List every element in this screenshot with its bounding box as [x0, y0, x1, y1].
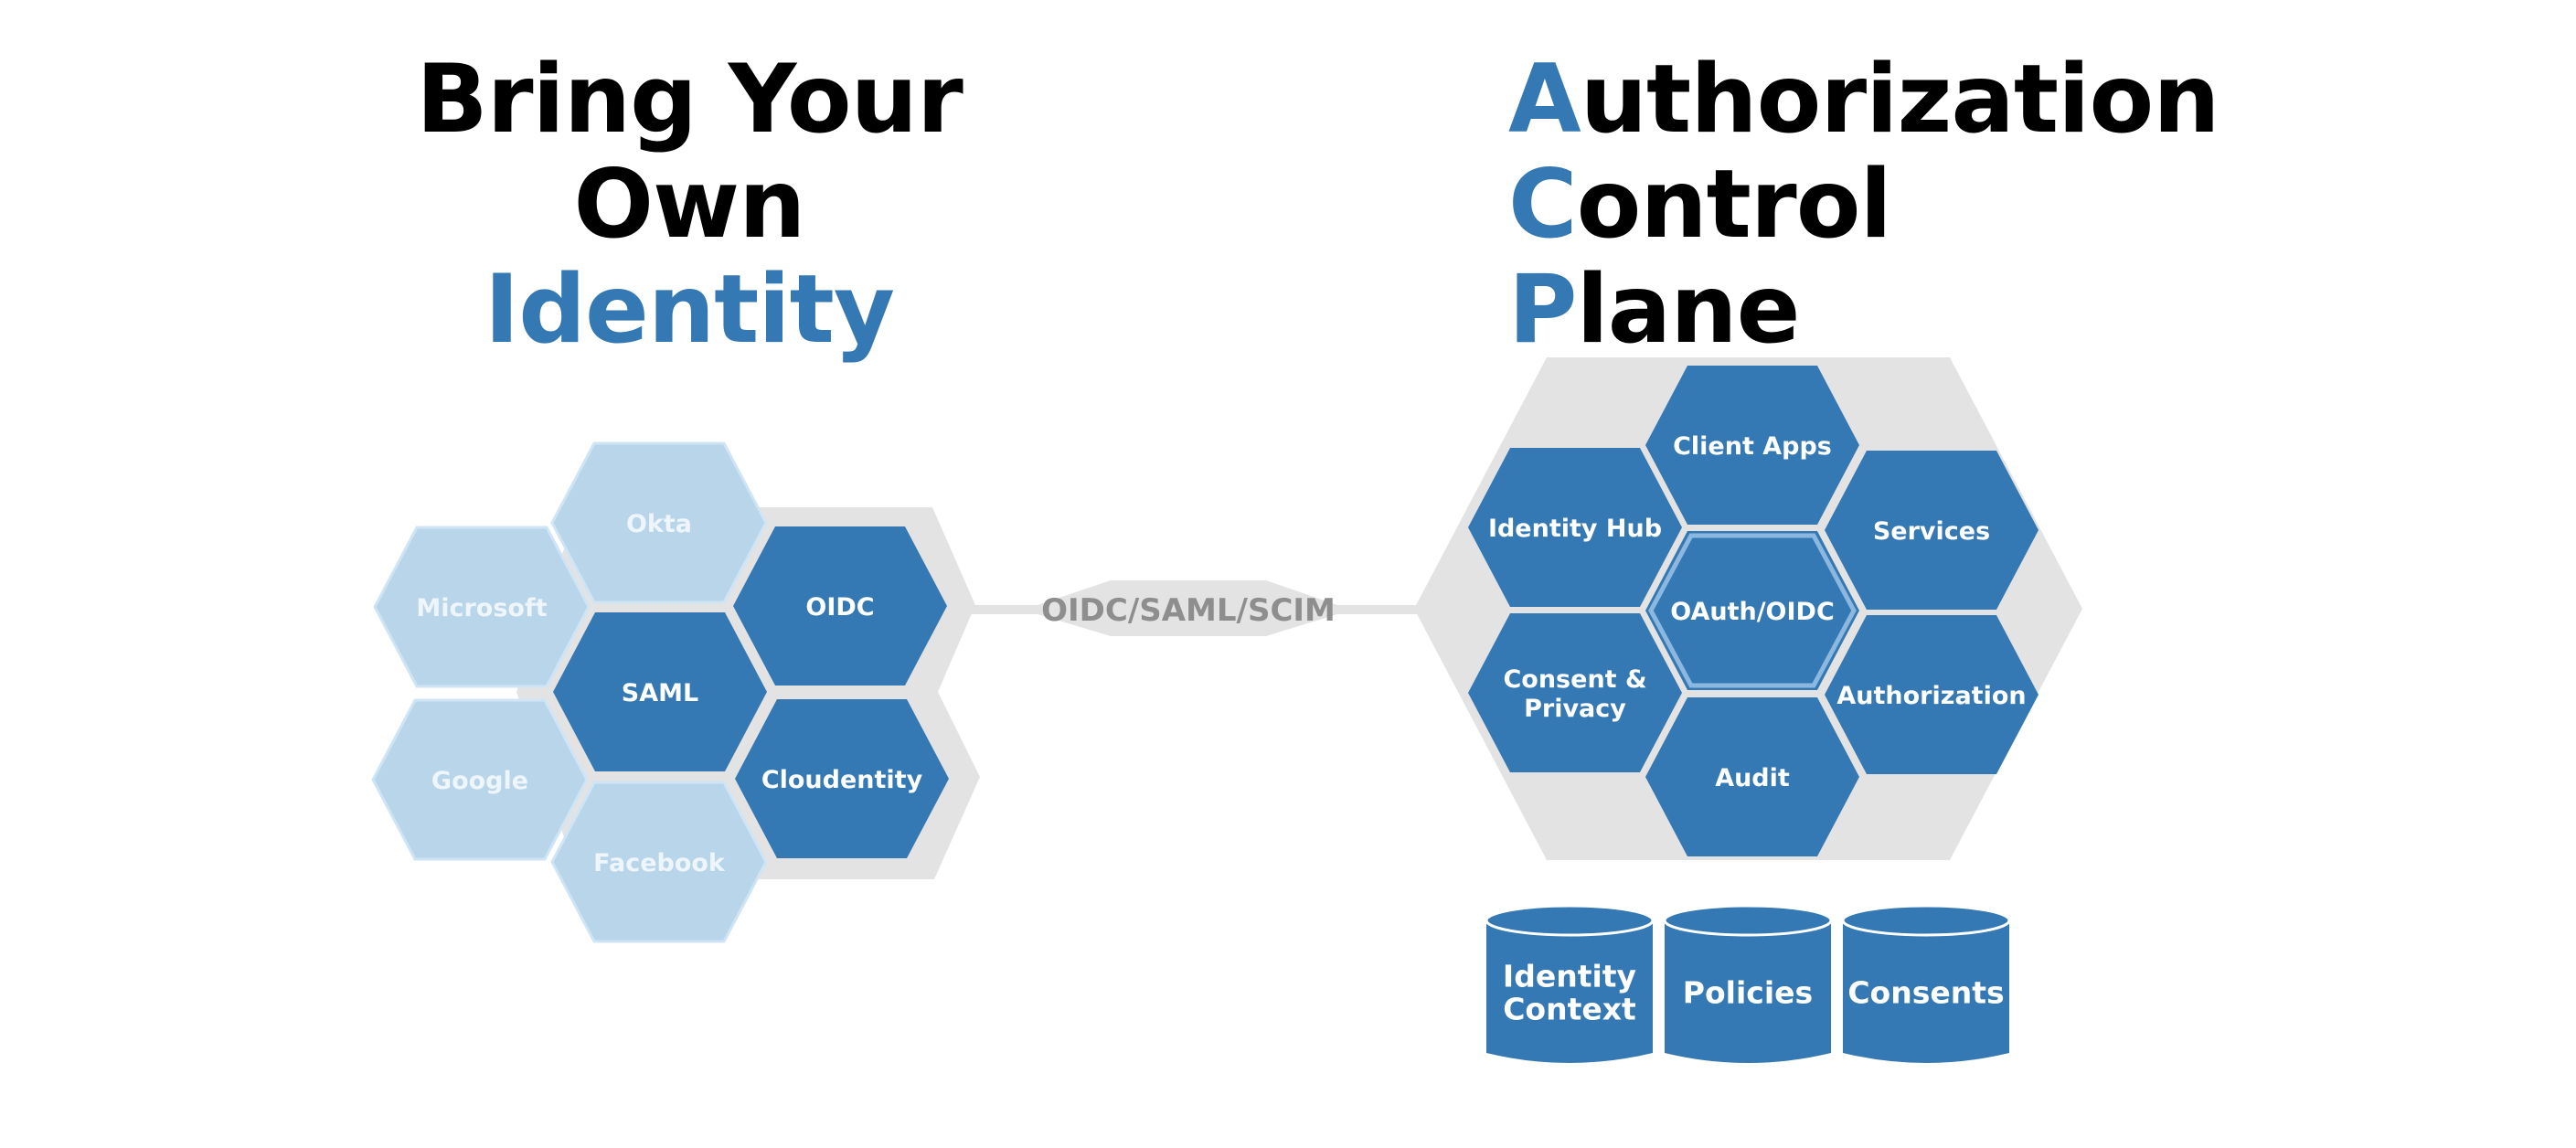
idp-hex-okta[interactable]: Okta	[550, 441, 768, 604]
module-hex-client-apps[interactable]: Client Apps	[1645, 366, 1859, 525]
hex-label: Facebook	[593, 849, 726, 877]
hex-label: OIDC	[805, 593, 874, 622]
hex-label: Okta	[626, 510, 692, 538]
module-hex-audit[interactable]: Audit	[1645, 697, 1859, 856]
cylinder-top	[1841, 904, 2011, 937]
idp-hex-facebook[interactable]: Facebook	[550, 781, 768, 943]
module-hex-oauth-oidc[interactable]: OAuth/OIDC	[1645, 531, 1859, 690]
hexagon-layer: Okta Microsoft Google Facebook SAML OIDC Cloud…	[371, 366, 2038, 943]
data-store-label: Consents	[1847, 975, 2004, 1011]
hex-label: Microsoft	[416, 594, 547, 622]
idp-hex-microsoft[interactable]: Microsoft	[373, 526, 591, 688]
hex-label: OAuth/OIDC	[1670, 598, 1835, 626]
data-store-label: Identity	[1503, 959, 1636, 994]
hex-label: Identity Hub	[1488, 515, 1662, 543]
hex-label: Client Apps	[1673, 432, 1832, 461]
module-hex-consent[interactable]: Consent &Privacy	[1468, 613, 1682, 772]
hex-label: Services	[1873, 517, 1990, 546]
architecture-diagram: OIDC/SAML/SCIM Okta Microsoft Google Facebo…	[371, 357, 2082, 1063]
module-hex-identity-hub[interactable]: Identity Hub	[1468, 448, 1682, 607]
hex-label: SAML	[622, 679, 698, 707]
protocol-hex-oidc[interactable]: OIDC	[733, 526, 947, 686]
hex-label: Authorization	[1836, 682, 2026, 710]
data-store-consents[interactable]: Consents	[1841, 904, 2011, 1063]
cylinder-top	[1485, 904, 1655, 937]
protocol-hex-saml[interactable]: SAML	[553, 612, 767, 771]
hex-label: Google	[431, 767, 528, 795]
hex-label: Consent &	[1503, 665, 1646, 694]
data-store-layer: IdentityContext Policies Consents	[1485, 904, 2011, 1063]
cylinder-top	[1663, 904, 1833, 937]
data-store-label-line-2: Context	[1503, 992, 1636, 1027]
data-store-label: Policies	[1683, 975, 1813, 1011]
data-store-policies[interactable]: Policies	[1663, 904, 1833, 1063]
hex-label: Cloudentity	[761, 766, 923, 794]
data-store-identity-context[interactable]: IdentityContext	[1485, 904, 1655, 1063]
connector-label: OIDC/SAML/SCIM	[1041, 592, 1336, 629]
hex-label: Audit	[1715, 764, 1790, 792]
idp-hex-google[interactable]: Google	[371, 698, 589, 861]
protocol-hex-cloudentity[interactable]: Cloudentity	[735, 699, 949, 858]
hex-label-line-2: Privacy	[1524, 695, 1626, 723]
module-hex-authorization[interactable]: Authorization	[1825, 615, 2038, 774]
module-hex-services[interactable]: Services	[1825, 451, 2038, 610]
